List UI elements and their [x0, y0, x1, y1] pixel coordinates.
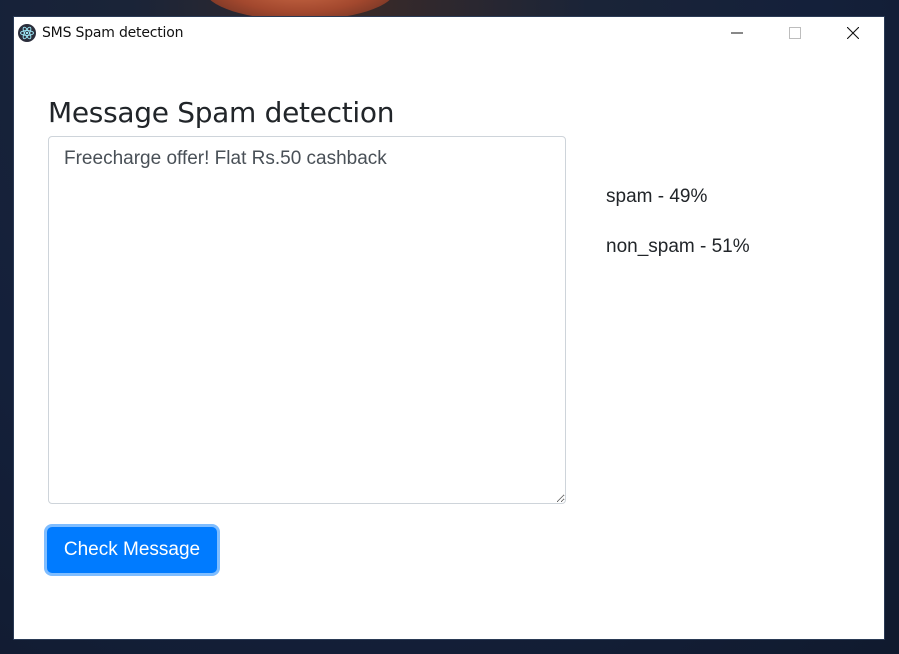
close-icon [847, 27, 859, 39]
page-title: Message Spam detection [48, 95, 395, 129]
message-input[interactable] [48, 136, 566, 504]
maximize-icon [789, 27, 801, 39]
title-bar[interactable]: SMS Spam detection [14, 17, 884, 49]
app-window: SMS Spam detection Message Spam detectio… [14, 17, 884, 639]
minimize-icon [731, 32, 743, 34]
electron-atom-icon [18, 24, 36, 42]
window-title: SMS Spam detection [42, 25, 184, 41]
spam-result: spam - 49% [606, 186, 708, 207]
maximize-button[interactable] [772, 17, 818, 49]
close-button[interactable] [830, 17, 876, 49]
non-spam-result: non_spam - 51% [606, 236, 750, 257]
minimize-button[interactable] [714, 17, 760, 49]
check-message-button[interactable]: Check Message [47, 527, 217, 573]
